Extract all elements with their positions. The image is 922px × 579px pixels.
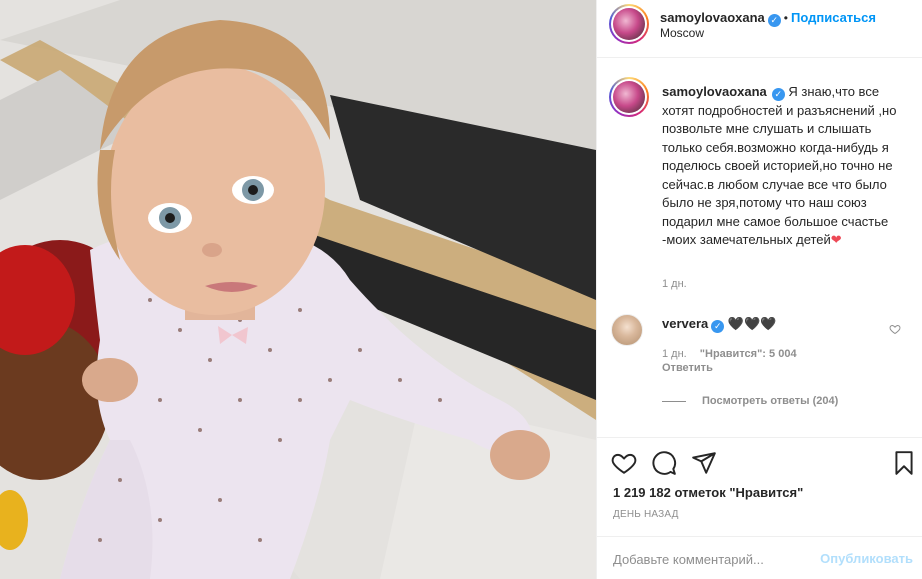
post-header: samoylovaoxana ✓ • Подписаться Moscow <box>597 0 922 58</box>
caption-text: Я знаю,что все хотят подробностей и разъ… <box>662 84 897 247</box>
add-comment-form: Опубликовать <box>597 536 922 579</box>
post-details-panel: samoylovaoxana ✓ • Подписаться Moscow samoy… <box>596 0 922 579</box>
post-date[interactable]: ДЕНЬ НАЗАД <box>613 509 679 520</box>
caption: samoylovaoxana ✓ Я знаю,что все хотят под… <box>662 83 907 250</box>
view-replies-button[interactable]: Посмотреть ответы (204) <box>662 395 838 407</box>
comments-scroll-area[interactable]: samoylovaoxana ✓ Я знаю,что все хотят под… <box>597 59 922 437</box>
publish-button[interactable]: Опубликовать <box>820 551 913 566</box>
red-heart-emoji-icon: ❤ <box>830 232 842 247</box>
author-avatar[interactable] <box>609 4 649 44</box>
post-actions: 1 219 182 отметок "Нравится" ДЕНЬ НАЗАД … <box>597 437 922 579</box>
comment-like-heart-icon[interactable] <box>889 323 901 335</box>
view-replies-label: Посмотреть ответы (204) <box>702 395 839 407</box>
likes-count[interactable]: 1 219 182 отметок "Нравится" <box>613 485 803 500</box>
comment-bubble-icon[interactable] <box>651 450 677 476</box>
caption-time[interactable]: 1 дн. <box>662 278 687 290</box>
verified-badge-icon: ✓ <box>711 320 725 333</box>
bookmark-icon[interactable] <box>891 450 917 476</box>
commenter-avatar[interactable] <box>611 314 643 346</box>
verified-badge-icon: ✓ <box>771 88 785 101</box>
author-username[interactable]: samoylovaoxana <box>660 10 765 25</box>
separator-dot: • <box>783 11 788 25</box>
heart-outline-icon[interactable] <box>611 450 637 476</box>
paper-plane-icon[interactable] <box>691 450 717 476</box>
comment-meta: 1 дн. "Нравится": 5 004 <box>662 348 797 360</box>
follow-button[interactable]: Подписаться <box>791 10 876 25</box>
comment-text: 🖤🖤🖤 <box>727 316 777 331</box>
comment: ververa ✓ 🖤🖤🖤 <box>662 316 776 333</box>
caption-author-avatar[interactable] <box>609 77 649 117</box>
comment-time[interactable]: 1 дн. <box>662 348 687 360</box>
post-location[interactable]: Moscow <box>660 26 704 40</box>
verified-badge-icon: ✓ <box>767 14 781 27</box>
divider <box>662 400 686 402</box>
comment-username[interactable]: ververa <box>662 316 708 331</box>
caption-username[interactable]: samoylovaoxana <box>662 84 767 99</box>
post-photo[interactable] <box>0 0 596 579</box>
comment-likes-count[interactable]: "Нравится": 5 004 <box>700 348 797 360</box>
reply-button[interactable]: Ответить <box>662 362 713 374</box>
photo-illustration <box>0 0 596 579</box>
comment-input[interactable] <box>613 549 813 569</box>
